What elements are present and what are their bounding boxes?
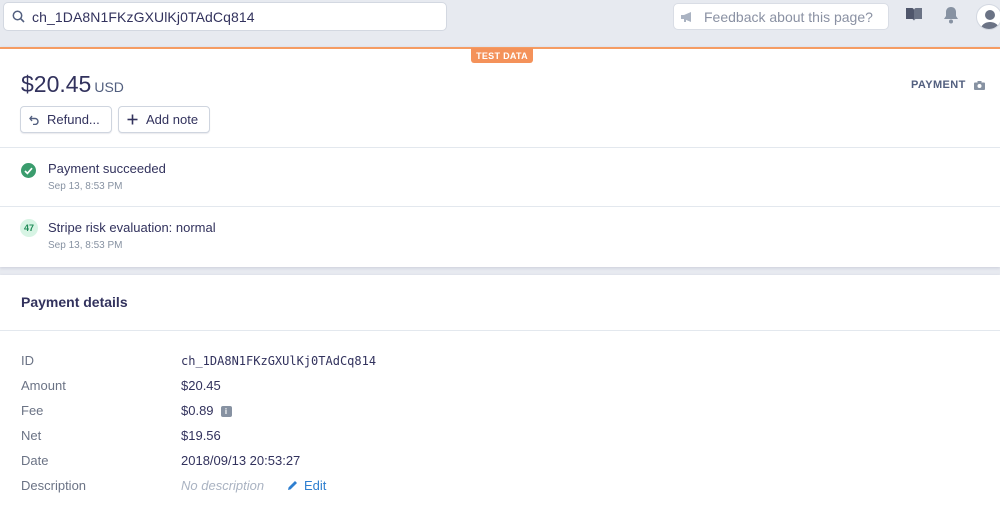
amount-value: $20.45 [21, 71, 92, 97]
detail-row-id: ID ch_1DA8N1FKzGXUlKj0TAdCq814 [0, 353, 1000, 373]
info-icon[interactable]: i [220, 406, 232, 417]
feedback-placeholder: Feedback about this page? [704, 8, 873, 25]
detail-row-date: Date 2018/09/13 20:53:27 [0, 453, 1000, 473]
bell-icon[interactable] [943, 6, 959, 24]
payment-amount: $20.45 USD [21, 71, 124, 98]
payment-type-text: PAYMENT [911, 79, 966, 91]
timeline-event-risk: 47 Stripe risk evaluation: normal Sep 13… [0, 207, 1000, 265]
camera-icon [973, 80, 985, 90]
detail-row-fee: Fee $0.89 i [0, 403, 1000, 423]
detail-row-amount: Amount $20.45 [0, 378, 1000, 398]
detail-label: Date [21, 453, 49, 468]
check-circle-icon [21, 163, 36, 178]
detail-value: $0.89 [181, 403, 214, 418]
detail-label: Net [21, 428, 42, 443]
add-note-label: Add note [146, 112, 199, 127]
detail-label: ID [21, 353, 34, 368]
search-bar[interactable]: ch_1DA8N1FKzGXUlKj0TAdCq814 [3, 2, 447, 31]
add-note-button[interactable]: Add note [118, 106, 210, 133]
detail-label: Fee [21, 403, 44, 418]
payment-details-card: Payment details ID ch_1DA8N1FKzGXUlKj0TA… [0, 275, 1000, 525]
event-time: Sep 13, 8:53 PM [48, 181, 123, 192]
refund-label: Refund... [47, 112, 100, 127]
user-icon [980, 10, 1000, 29]
detail-value-wrap: $0.89 i [181, 403, 232, 418]
event-time: Sep 13, 8:53 PM [48, 240, 123, 251]
megaphone-icon [680, 11, 696, 23]
event-title: Stripe risk evaluation: normal [48, 220, 216, 235]
detail-value: 2018/09/13 20:53:27 [181, 453, 301, 468]
book-icon[interactable] [905, 6, 923, 22]
description-placeholder: No description [181, 478, 265, 493]
detail-value: $19.56 [181, 428, 221, 443]
user-avatar[interactable] [976, 4, 1000, 30]
edit-description-link[interactable]: Edit [287, 478, 326, 493]
section-heading: Payment details [21, 294, 128, 310]
event-title: Payment succeeded [48, 161, 166, 176]
detail-row-description: Description No description Edit [0, 478, 1000, 498]
divider [0, 330, 1000, 331]
test-data-badge: TEST DATA [471, 48, 533, 63]
plus-icon [127, 114, 138, 125]
timeline-event-succeeded: Payment succeeded Sep 13, 8:53 PM [0, 148, 1000, 206]
refund-button[interactable]: Refund... [20, 106, 112, 133]
detail-value: ch_1DA8N1FKzGXUlKj0TAdCq814 [181, 354, 377, 368]
feedback-input[interactable]: Feedback about this page? [673, 3, 889, 30]
search-icon [4, 10, 32, 23]
payment-type-label: PAYMENT [911, 79, 985, 91]
pencil-icon [287, 480, 298, 491]
undo-icon [29, 115, 39, 125]
edit-label: Edit [304, 478, 327, 493]
top-bar: ch_1DA8N1FKzGXUlKj0TAdCq814 Feedback abo… [0, 0, 1000, 46]
detail-label: Description [21, 478, 87, 493]
detail-row-net: Net $19.56 [0, 428, 1000, 448]
detail-value: $20.45 [181, 378, 221, 393]
risk-score-badge: 47 [20, 219, 38, 237]
detail-label: Amount [21, 378, 66, 393]
payment-summary-card: TEST DATA $20.45 USD PAYMENT Refund... Ad… [0, 47, 1000, 267]
search-input[interactable]: ch_1DA8N1FKzGXUlKj0TAdCq814 [32, 9, 255, 25]
amount-currency: USD [94, 79, 124, 95]
